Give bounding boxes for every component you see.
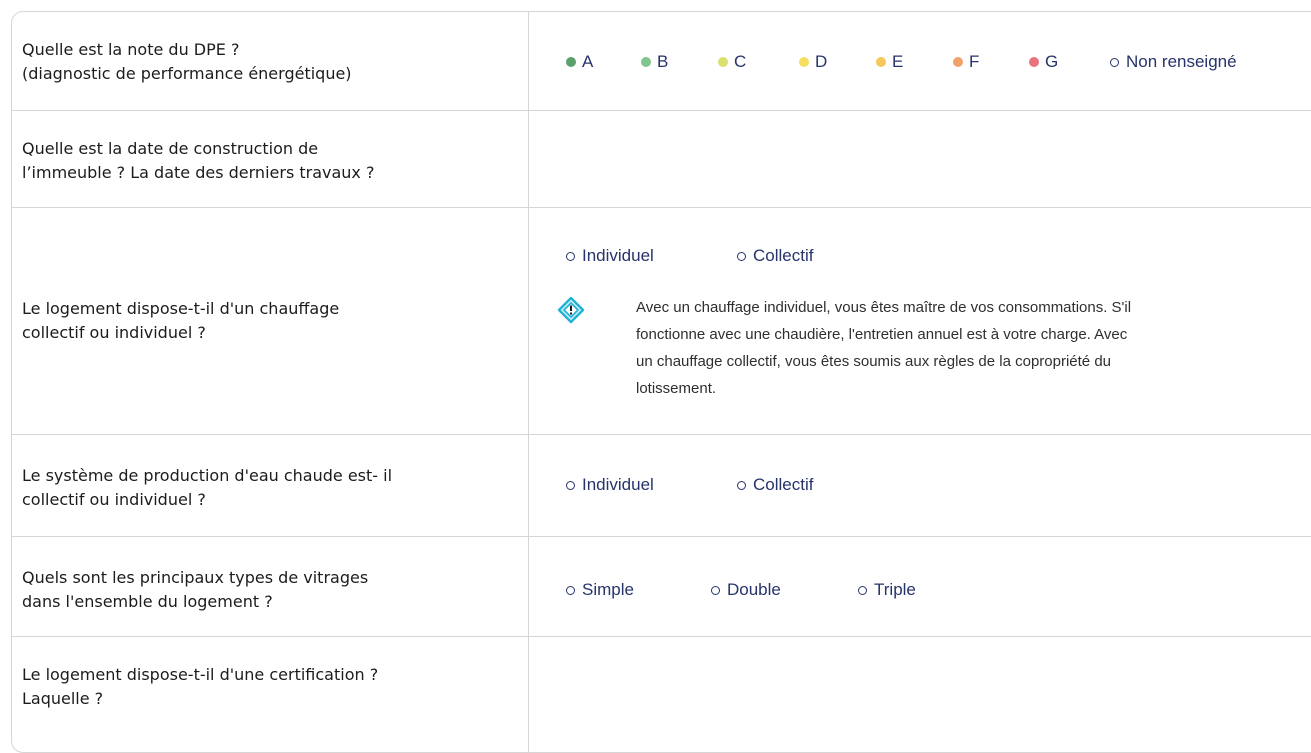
option-label: F (969, 52, 980, 71)
option-vitrage-triple[interactable]: Triple (858, 580, 916, 600)
row-divider (12, 536, 1311, 537)
option-label: Non renseigné (1126, 52, 1237, 71)
option-non-renseigne[interactable]: Non renseigné (1110, 52, 1237, 72)
option-label: Collectif (753, 246, 814, 265)
option-label: D (815, 52, 828, 71)
question-line: l’immeuble ? La date des derniers travau… (22, 163, 375, 182)
grade-dot-icon (1029, 57, 1039, 67)
question-date-construction: Quelle est la date de construction de l’… (22, 137, 492, 185)
grade-dot-icon (953, 57, 963, 67)
option-label: Collectif (753, 475, 814, 494)
option-dpe-b[interactable]: B (641, 52, 668, 72)
option-chauffage-collectif[interactable]: Collectif (737, 246, 813, 266)
grade-dot-icon (718, 57, 728, 67)
option-dpe-a[interactable]: A (566, 52, 593, 72)
option-label: Individuel (582, 246, 654, 265)
grade-dot-icon (876, 57, 886, 67)
column-divider (528, 12, 529, 752)
question-line: Laquelle ? (22, 689, 104, 708)
radio-icon (566, 251, 575, 261)
option-vitrage-simple[interactable]: Simple (566, 580, 634, 600)
option-label: Triple (874, 580, 916, 599)
option-label: E (892, 52, 904, 71)
option-label: A (582, 52, 594, 71)
radio-icon (566, 480, 575, 490)
note-line: lotissement. (636, 380, 717, 397)
radio-icon (566, 585, 575, 595)
option-label: C (734, 52, 747, 71)
row-divider (12, 434, 1311, 435)
question-certification: Le logement dispose-t-il d'une certifica… (22, 663, 492, 711)
option-label: Double (727, 580, 781, 599)
grade-dot-icon (641, 57, 651, 67)
option-chauffage-individuel[interactable]: Individuel (566, 246, 654, 266)
question-line: Quelle est la date de construction de (22, 139, 319, 158)
question-line: Le logement dispose-t-il d'une certifica… (22, 665, 379, 684)
row-divider (12, 207, 1311, 208)
question-line: dans l'ensemble du logement ? (22, 592, 273, 611)
question-line: collectif ou individuel ? (22, 490, 206, 509)
note-line: Avec un chauffage individuel, vous êtes … (636, 299, 1132, 316)
question-line: Quelle est la note du DPE ? (22, 40, 240, 59)
radio-icon (737, 480, 746, 490)
option-dpe-e[interactable]: E (876, 52, 903, 72)
option-vitrage-double[interactable]: Double (711, 580, 781, 600)
question-chauffage: Le logement dispose-t-il d'un chauffage … (22, 297, 492, 345)
row-divider (12, 636, 1311, 637)
question-line: Le système de production d'eau chaude es… (22, 466, 393, 485)
question-eau-chaude: Le système de production d'eau chaude es… (22, 464, 492, 512)
radio-icon (1110, 57, 1119, 67)
grade-dot-icon (799, 57, 809, 67)
option-label: Simple (582, 580, 634, 599)
row-divider (12, 110, 1311, 111)
option-eau-chaude-individuel[interactable]: Individuel (566, 475, 654, 495)
option-label: Individuel (582, 475, 654, 494)
chauffage-info-note: Avec un chauffage individuel, vous êtes … (636, 294, 1292, 402)
option-label: G (1045, 52, 1059, 71)
warning-diamond-icon (557, 296, 585, 324)
note-line: fonctionne avec une chaudière, l'entreti… (636, 326, 1128, 343)
radio-icon (858, 585, 867, 595)
option-eau-chaude-collectif[interactable]: Collectif (737, 475, 813, 495)
grade-dot-icon (566, 57, 576, 67)
option-label: B (657, 52, 669, 71)
option-dpe-f[interactable]: F (953, 52, 979, 72)
option-dpe-d[interactable]: D (799, 52, 827, 72)
question-dpe: Quelle est la note du DPE ? (diagnostic … (22, 38, 492, 86)
question-vitrages: Quels sont les principaux types de vitra… (22, 566, 492, 614)
radio-icon (711, 585, 720, 595)
question-line: (diagnostic de performance énergétique) (22, 64, 352, 83)
question-line: collectif ou individuel ? (22, 323, 206, 342)
question-line: Quels sont les principaux types de vitra… (22, 568, 369, 587)
radio-icon (737, 251, 746, 261)
option-dpe-c[interactable]: C (718, 52, 746, 72)
note-line: un chauffage collectif, vous êtes soumis… (636, 353, 1112, 370)
option-dpe-g[interactable]: G (1029, 52, 1058, 72)
question-line: Le logement dispose-t-il d'un chauffage (22, 299, 340, 318)
